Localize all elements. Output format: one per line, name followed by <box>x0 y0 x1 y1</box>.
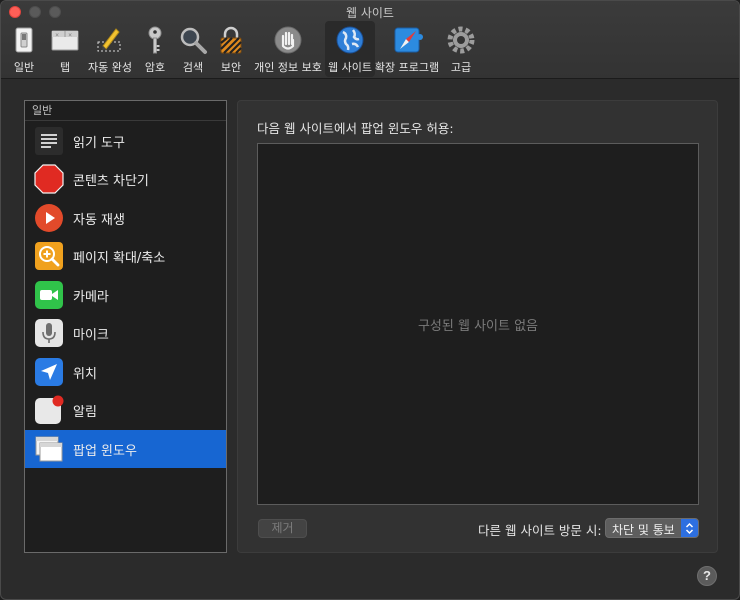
panel-title: 다음 웹 사이트에서 팝업 윈도우 허용: <box>257 121 454 136</box>
privacy-hand-icon <box>274 26 302 54</box>
tab-extensions[interactable]: 확장 프로그램 <box>375 21 439 77</box>
popup-settings-panel: 다음 웹 사이트에서 팝업 윈도우 허용: 구성된 웹 사이트 없음 제거 다른… <box>237 100 718 553</box>
help-button[interactable]: ? <box>697 566 717 586</box>
tab-search[interactable]: 검색 <box>175 21 211 77</box>
configured-websites-list[interactable]: 구성된 웹 사이트 없음 <box>257 143 699 505</box>
sidebar-item-content-blockers[interactable]: 콘텐츠 차단기 <box>25 160 226 198</box>
zoom-icon <box>35 242 63 270</box>
sidebar: 일반 읽기 도구 콘텐츠 차단기 자동 재생 페이지 확대/축소 카메라 마이크… <box>24 100 227 553</box>
toolbar: 웹 사이트 일반 × × 탭 자동 완성 암호 검색 보안 개인 정보 보호 웹… <box>1 1 739 79</box>
stop-sign-icon <box>34 164 64 194</box>
camera-icon <box>35 281 63 309</box>
location-arrow-icon <box>35 358 63 386</box>
magnifier-icon <box>180 27 207 54</box>
preferences-window: 웹 사이트 일반 × × 탭 자동 완성 암호 검색 보안 개인 정보 보호 웹… <box>0 0 740 600</box>
tab-security[interactable]: 보안 <box>213 21 249 77</box>
tab-general[interactable]: 일반 <box>3 21 45 77</box>
globe-icon <box>336 26 364 54</box>
sidebar-item-popup-windows[interactable]: 팝업 윈도우 <box>25 430 226 468</box>
sidebar-item-microphone[interactable]: 마이크 <box>25 314 226 352</box>
other-sites-label: 다른 웹 사이트 방문 시: <box>478 523 602 538</box>
tab-autofill[interactable]: 자동 완성 <box>85 21 135 77</box>
remove-button[interactable]: 제거 <box>258 519 307 538</box>
sidebar-item-autoplay[interactable]: 자동 재생 <box>25 199 226 237</box>
sidebar-item-location[interactable]: 위치 <box>25 353 226 391</box>
autofill-pencil-icon <box>97 28 121 52</box>
notification-icon <box>35 395 64 424</box>
sidebar-item-camera[interactable]: 카메라 <box>25 276 226 314</box>
sidebar-item-page-zoom[interactable]: 페이지 확대/축소 <box>25 237 226 275</box>
tab-passwords[interactable]: 암호 <box>137 21 173 77</box>
tab-privacy[interactable]: 개인 정보 보호 <box>253 21 323 77</box>
tab-advanced[interactable]: 고급 <box>443 21 479 77</box>
other-sites-value: 차단 및 통보 <box>612 523 675 537</box>
reader-icon <box>35 127 63 155</box>
other-sites-select[interactable]: 차단 및 통보 <box>605 518 699 538</box>
chevron-updown-icon <box>681 519 698 537</box>
sidebar-item-notifications[interactable]: 알림 <box>25 391 226 429</box>
tab-tabs[interactable]: × × 탭 <box>47 21 83 77</box>
sidebar-item-reader[interactable]: 읽기 도구 <box>25 122 226 160</box>
microphone-icon <box>35 319 63 347</box>
gear-icon <box>447 26 475 54</box>
svg-text:×: × <box>55 33 59 39</box>
play-icon <box>35 204 63 232</box>
general-switch-icon <box>15 27 33 53</box>
sidebar-header: 일반 <box>25 101 226 121</box>
key-icon <box>148 26 162 54</box>
tabs-icon: × × <box>51 30 79 51</box>
empty-list-message: 구성된 웹 사이트 없음 <box>417 318 539 334</box>
window-title: 웹 사이트 <box>346 6 394 20</box>
popup-windows-icon <box>35 436 63 462</box>
padlock-icon <box>220 26 242 54</box>
extensions-compass-icon <box>394 27 423 53</box>
svg-text:×: × <box>68 33 72 39</box>
tab-websites[interactable]: 웹 사이트 <box>325 21 375 77</box>
